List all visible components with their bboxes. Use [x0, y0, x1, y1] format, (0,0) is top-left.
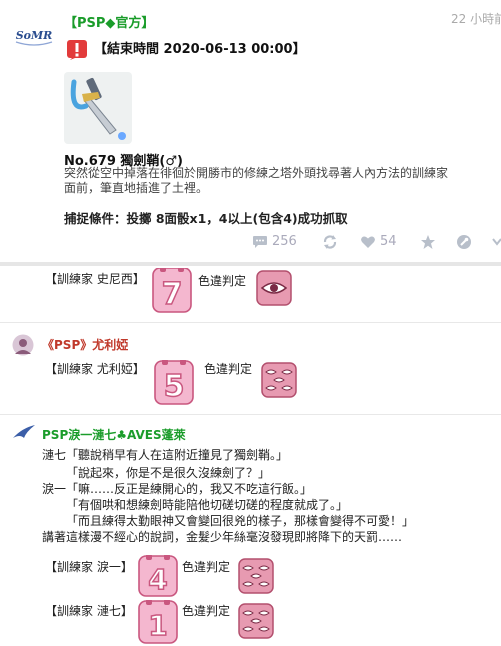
- trainer-label: 【訓練家 漣七】: [45, 604, 133, 618]
- color-check-label: 色違判定: [182, 604, 231, 618]
- star-icon: [421, 235, 435, 249]
- dialogue-line: 講著這樣漫不經心的說詞，金髮少年絲毫沒發現即將降下的天罰……: [42, 530, 403, 544]
- more-button[interactable]: [492, 234, 501, 250]
- poster-name[interactable]: 【PSP◆官方】: [64, 12, 154, 31]
- refresh-icon: [323, 235, 337, 249]
- trainer-label: 【訓練家 淚一】: [45, 560, 133, 574]
- dialogue-line: 「說起來，你是不是很久沒練劍了？」: [66, 466, 271, 480]
- description-line: 面前，筆直地插進了土裡。: [64, 181, 209, 195]
- dialogue-line: 「有個哄和想練劍時能陪他切磋切磋的程度就成了。」: [66, 498, 349, 512]
- official-post: SoMR 【PSP◆官方】 22 小時前 【結束時間 2020-06-13 00…: [0, 0, 501, 262]
- color-check-label: 色違判定: [182, 560, 231, 574]
- multi-eye-icon: [238, 558, 274, 594]
- description-line: 突然從空中掉落在徘徊於開勝市的修練之塔外頭找尋著人內方法的訓練家: [64, 166, 449, 180]
- dialogue-line: 「而且練得太勤眼神又會變回很兇的樣子，那樣會變得不可愛！」: [66, 514, 415, 528]
- pet-image[interactable]: [64, 72, 132, 144]
- dialogue-line: 漣七「聽說稍早有人在這附近撞見了獨劍鞘。」: [42, 448, 289, 462]
- multi-eye-icon: [238, 603, 274, 639]
- end-time: 【結束時間 2020-06-13 00:00】: [94, 42, 306, 57]
- dice-icon: 1: [138, 600, 178, 644]
- reply-separator: [0, 414, 501, 415]
- pet-description: 突然從空中掉落在徘徊於開勝市的修練之塔外頭找尋著人內方法的訓練家 面前，筆直地插…: [64, 166, 501, 196]
- reply-author[interactable]: 《PSP》尤利婭: [42, 336, 128, 353]
- exclamation-icon: [67, 40, 87, 60]
- comment-button[interactable]: 256: [252, 234, 297, 249]
- dice-icon: 5: [154, 360, 194, 405]
- like-count: 54: [380, 234, 397, 249]
- bird-icon[interactable]: [12, 424, 36, 440]
- trainer-label: 【訓練家 尤利婭】: [45, 362, 145, 376]
- post-timestamp: 22 小時前: [451, 12, 501, 26]
- dice-value: 1: [148, 609, 167, 642]
- dice-value: 7: [162, 277, 183, 312]
- single-eye-icon: [256, 270, 292, 306]
- reply-author[interactable]: PSP淚一漣七♣AVES蓬萊: [42, 426, 186, 443]
- share-button[interactable]: [322, 234, 338, 250]
- reply-separator: [0, 322, 501, 323]
- comment-icon: [253, 235, 267, 248]
- heart-icon: [361, 236, 375, 248]
- svg-text:SoMR: SoMR: [16, 29, 53, 42]
- color-check-label: 色違判定: [198, 274, 247, 288]
- game-logo-icon[interactable]: SoMR: [12, 22, 56, 48]
- comment-count: 256: [272, 234, 297, 249]
- capture-condition: 捕捉條件：投擲 8面骰x1，4以上(包含4)成功抓取: [64, 211, 348, 226]
- chevron-down-icon: [492, 238, 501, 246]
- multi-eye-icon: [261, 362, 297, 398]
- wrench-icon: [457, 235, 471, 249]
- dice-value: 5: [164, 369, 185, 404]
- settings-button[interactable]: [456, 234, 472, 250]
- avatar[interactable]: [12, 334, 34, 356]
- sword-pet-icon: [70, 77, 126, 140]
- dice-icon: 7: [152, 268, 192, 313]
- section-divider: [0, 262, 501, 266]
- like-button[interactable]: 54: [360, 234, 397, 249]
- dice-icon: 4: [138, 555, 178, 597]
- trainer-label: 【訓練家 史尼西】: [45, 272, 145, 286]
- dice-value: 4: [148, 563, 167, 596]
- favorite-button[interactable]: [420, 234, 436, 250]
- color-check-label: 色違判定: [204, 362, 253, 376]
- dialogue-line: 淚一「嘛……反正是練開心的，我又不吃這行飯。」: [42, 482, 313, 496]
